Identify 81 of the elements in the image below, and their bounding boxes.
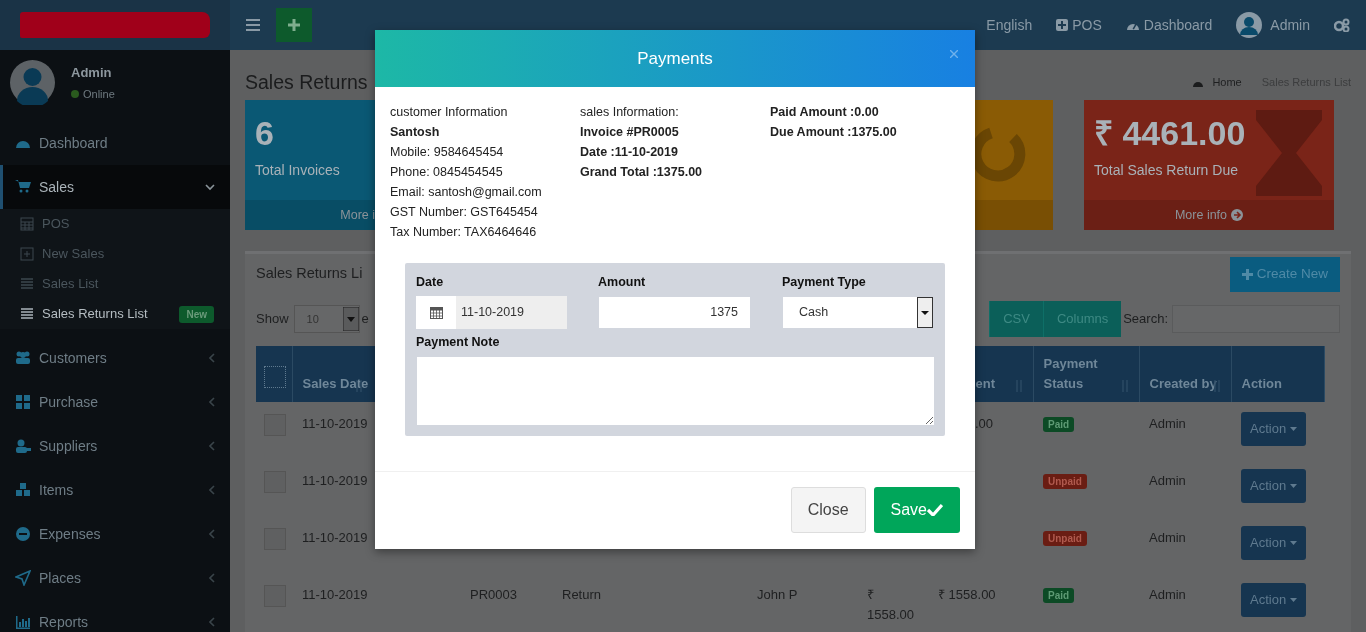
info-text: Mobile: 9584645454 xyxy=(390,144,505,161)
user-status: Online xyxy=(83,87,115,102)
box-value: 6 xyxy=(255,113,274,154)
action-button[interactable]: Action xyxy=(1241,583,1307,617)
section-heading: sales Information: xyxy=(580,104,680,121)
sidebar-item[interactable]: Purchase xyxy=(0,380,230,424)
info-text: GST Number: GST645454 xyxy=(390,204,539,221)
table-cell: Admin xyxy=(1149,473,1186,488)
sidebar-item[interactable]: Reports xyxy=(0,600,230,632)
more-info-link[interactable]: More i xyxy=(340,205,375,225)
info-text: Due Amount :1375.00 xyxy=(770,124,898,141)
column-header[interactable]: ent xyxy=(975,374,995,394)
show-label: Show xyxy=(256,310,289,329)
pos-link[interactable]: POS xyxy=(1056,14,1102,36)
sidebar-subitem[interactable]: POS xyxy=(0,209,230,239)
column-header[interactable]: Action xyxy=(1241,374,1282,394)
search-label: Search: xyxy=(1123,310,1168,329)
sidebar-item[interactable]: Suppliers xyxy=(0,424,230,468)
sidebar-item[interactable]: Items xyxy=(0,468,230,512)
box-value: ₹ 4461.00 xyxy=(1094,113,1246,154)
table-cell-text: ₹ 1558.00 xyxy=(867,586,915,624)
table-cell: 11-10-2019 xyxy=(302,530,368,545)
info-text: Date :11-10-2019 xyxy=(580,144,679,161)
table-cell: John P xyxy=(757,587,798,602)
table-cell: ₹ 1558.00 xyxy=(938,587,996,602)
table-cell: 11-10-2019 xyxy=(302,416,368,431)
sidebar-item[interactable]: Expenses xyxy=(0,512,230,556)
date-field[interactable]: 11-10-2019 xyxy=(456,295,567,329)
dashboard-link[interactable]: Dashboard xyxy=(1125,14,1213,36)
sidebar-subitem[interactable]: New Sales xyxy=(0,239,230,269)
user-name: Admin xyxy=(71,63,113,82)
create-new-button[interactable]: Create New xyxy=(1229,256,1340,292)
status-badge: Unpaid xyxy=(1043,531,1087,546)
table-cell: Admin xyxy=(1149,416,1186,431)
new-badge: New xyxy=(179,305,214,323)
box-label: Total Invoices xyxy=(255,161,341,180)
sidebar-subitem[interactable]: Sales Returns List New xyxy=(0,299,230,329)
sidebar-item[interactable]: Dashboard xyxy=(0,121,230,165)
page-title: Sales Returns xyxy=(245,70,368,95)
field-label: Payment Type xyxy=(782,274,867,291)
section-heading: customer Information xyxy=(390,104,509,121)
more-info-link[interactable]: More info xyxy=(1174,205,1244,225)
breadcrumb-link[interactable]: Home xyxy=(1212,73,1242,90)
sidebar-item[interactable]: Sales xyxy=(0,165,230,209)
user-menu[interactable]: Admin xyxy=(1236,12,1310,38)
info-text: Invoice #PR0005 xyxy=(580,124,680,141)
table-cell: PR0003 xyxy=(470,587,517,602)
field-label: Amount xyxy=(598,274,647,291)
table-cell: 11-10-2019 xyxy=(302,473,368,488)
status-badge: Paid xyxy=(1043,588,1075,603)
payment-type-select[interactable]: Cash xyxy=(782,295,934,329)
status-badge: Paid xyxy=(1043,417,1075,432)
info-text: Email: santosh@gmail.com xyxy=(390,184,543,201)
action-button[interactable]: Action xyxy=(1241,526,1307,560)
table-cell: Return xyxy=(562,587,602,602)
action-button[interactable]: Action xyxy=(1241,469,1307,503)
column-header[interactable]: Sales Date xyxy=(302,374,369,394)
amount-field[interactable]: 1375 xyxy=(598,295,751,329)
sidebar-item[interactable]: Customers xyxy=(0,336,230,380)
language-link[interactable]: English xyxy=(986,14,1033,36)
panel-title: Sales Returns Li xyxy=(256,264,363,284)
table-cell: 11-10-2019 xyxy=(302,587,368,602)
save-button[interactable]: Save xyxy=(873,486,960,533)
sidebar-item[interactable]: Places xyxy=(0,556,230,600)
entries-label: e xyxy=(361,310,369,329)
info-text: Grand Total :1375.00 xyxy=(580,164,704,181)
info-text: Paid Amount :0.00 xyxy=(770,104,880,121)
table-cell: Admin xyxy=(1149,587,1186,602)
table-cell: Admin xyxy=(1149,530,1186,545)
box-label: Total Sales Return Due xyxy=(1094,161,1239,180)
table-cell: .00 xyxy=(975,416,994,431)
field-label: Payment Note xyxy=(416,333,501,351)
field-label: Date xyxy=(416,274,445,291)
action-button[interactable]: Action xyxy=(1241,412,1307,446)
sidebar-subitem[interactable]: Sales List xyxy=(0,269,230,299)
info-text: Phone: 0845454545 xyxy=(390,164,504,181)
close-button[interactable]: Close xyxy=(790,486,866,533)
info-text: Tax Number: TAX6464646 xyxy=(390,224,538,241)
info-text: Santosh xyxy=(390,124,441,141)
dialog-title: Payments xyxy=(637,47,713,70)
status-badge: Unpaid xyxy=(1043,474,1087,489)
